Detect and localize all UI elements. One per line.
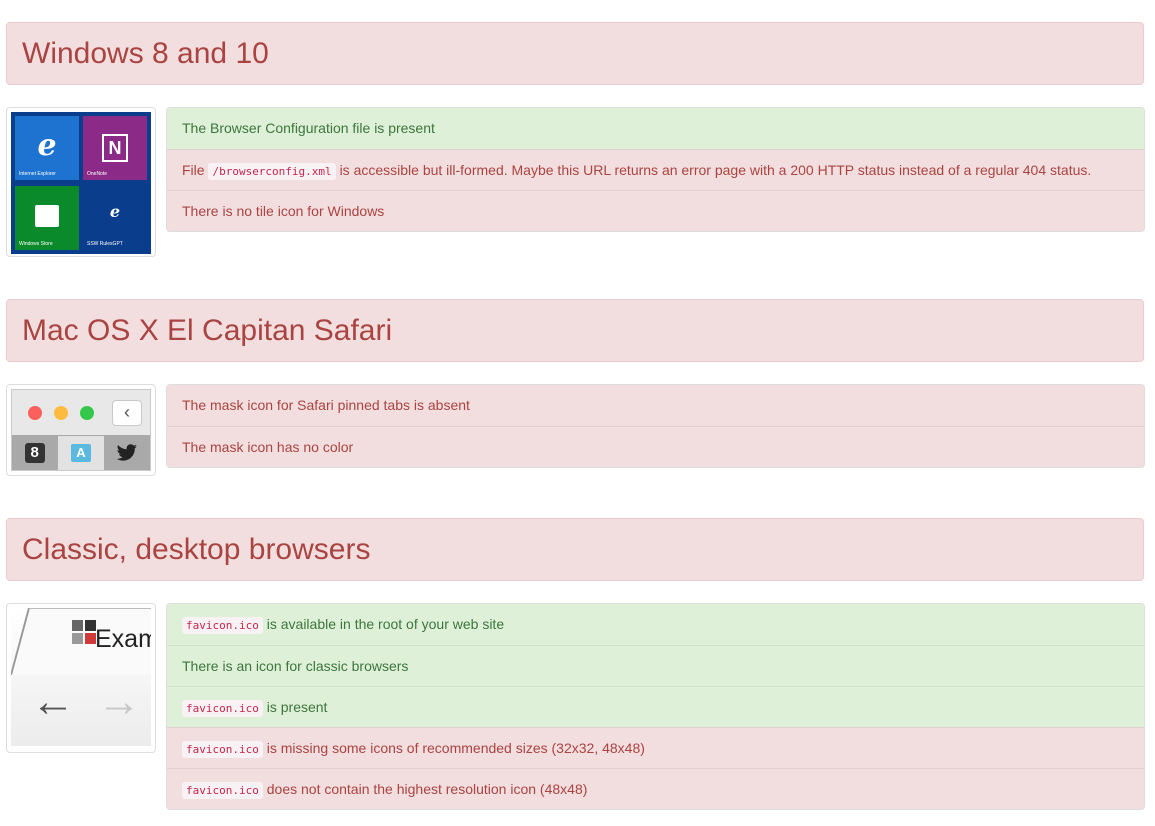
result-text: The mask icon has no color [182,439,354,455]
result-code: /browserconfig.xml [208,163,336,180]
ie-logo-icon: e [37,128,57,163]
safari-toolbar: ‹ 8 A [11,389,151,471]
result-row: favicon.ico is present [167,686,1144,727]
tile-ssw-rulesgpt: e SSW RulesGPT [83,186,147,250]
tiles-grid: e Internet Explorer N OneNote Windows St… [11,112,151,254]
result-text: is available in the root of your web sit… [266,616,505,632]
result-text: is accessible but ill-formed. Maybe this… [339,162,1092,178]
tile-onenote: N OneNote [83,116,147,180]
favicon-square [72,620,83,631]
section-title-safari: Mac OS X El Capitan Safari [6,299,1144,362]
a-letter-icon: A [70,444,91,462]
result-text: is missing some icons of recommended siz… [266,740,645,756]
section-title-classic: Classic, desktop browsers [6,518,1144,581]
result-text: is present [266,699,328,715]
tile-internet-explorer: e Internet Explorer [15,116,79,180]
safari-results: The mask icon for Safari pinned tabs is … [166,384,1145,468]
tile-caption: SSW RulesGPT [87,241,123,247]
result-pre: File [182,162,205,178]
result-row: The mask icon has no color [167,426,1144,467]
google-icon: 8 [24,443,45,463]
result-code: favicon.ico [182,700,263,717]
result-row: favicon.ico is missing some icons of rec… [167,727,1144,768]
windows-results: The Browser Configuration file is presen… [166,107,1145,232]
result-row: There is no tile icon for Windows [167,190,1144,231]
close-dot-icon [28,406,42,420]
result-row: The Browser Configuration file is presen… [167,108,1144,149]
onenote-icon: N [83,128,147,162]
windows-tiles-preview: e Internet Explorer N OneNote Windows St… [6,107,156,257]
pinned-tabs: 8 A [12,435,150,470]
classic-browser-tab: Exam ← → [11,608,151,746]
forward-arrow-icon: → [97,677,141,726]
store-bag-icon [15,198,79,233]
zoom-dot-icon [80,406,94,420]
result-row: favicon.ico does not contain the highest… [167,768,1144,809]
tile-windows-store: Windows Store [15,186,79,250]
pinned-tab: A [57,436,104,470]
section-title-windows: Windows 8 and 10 [6,22,1144,85]
tab-title: Exam [95,625,151,653]
result-code: favicon.ico [182,782,263,799]
safari-preview: ‹ 8 A [6,384,156,476]
result-row: favicon.ico is available in the root of … [167,604,1144,645]
result-text: The mask icon for Safari pinned tabs is … [182,397,470,413]
ie-small-icon: e [109,202,121,221]
classic-browser-preview: Exam ← → [6,603,156,753]
pinned-tab [103,436,150,470]
classic-results: favicon.ico is available in the root of … [166,603,1145,810]
result-row: The mask icon for Safari pinned tabs is … [167,385,1144,426]
result-text: does not contain the highest resolution … [266,781,588,797]
tile-caption: OneNote [87,171,108,177]
result-row: There is an icon for classic browsers [167,645,1144,686]
result-text: The Browser Configuration file is presen… [182,120,435,136]
tile-caption: Internet Explorer [19,171,56,177]
back-icon: ‹ [112,400,142,426]
result-code: favicon.ico [182,741,263,758]
result-text: There is an icon for classic browsers [182,658,409,674]
result-text: There is no tile icon for Windows [182,203,385,219]
tile-caption: Windows Store [19,241,53,247]
result-code: favicon.ico [182,617,263,634]
twitter-bird-icon [116,444,138,461]
back-arrow-icon: ← [31,677,75,726]
favicon-square [72,633,83,644]
result-row: File /browserconfig.xml is accessible bu… [167,149,1144,190]
minimize-dot-icon [54,406,68,420]
pinned-tab: 8 [12,436,58,470]
